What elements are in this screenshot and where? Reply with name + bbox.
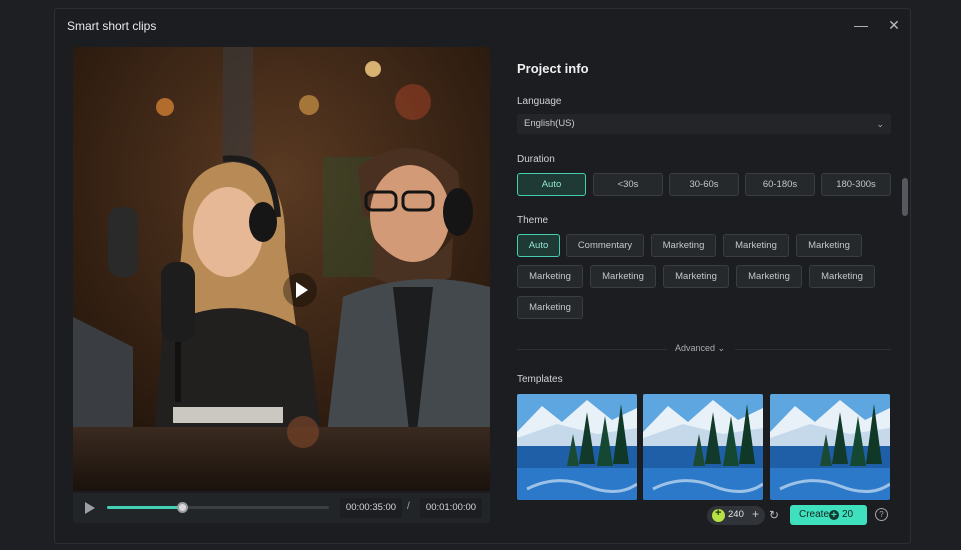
progress-knob[interactable] xyxy=(177,502,189,513)
theme-option[interactable]: Marketing xyxy=(736,265,802,288)
theme-option[interactable]: Auto xyxy=(517,234,560,257)
dialog-title: Smart short clips xyxy=(67,19,157,33)
theme-option[interactable]: Marketing xyxy=(663,265,729,288)
duration-option[interactable]: 30-60s xyxy=(669,173,739,196)
duration-option[interactable]: 60-180s xyxy=(745,173,815,196)
credits-count: 240 xyxy=(728,509,744,520)
create-button[interactable]: Create 20 xyxy=(790,505,867,526)
duration-label: Duration xyxy=(517,154,555,165)
help-icon[interactable]: ? xyxy=(875,508,888,521)
theme-option[interactable]: Marketing xyxy=(796,234,862,257)
chevron-down-icon: ⌄ xyxy=(876,119,884,129)
title-bar: Smart short clips — ✕ xyxy=(55,9,910,43)
progress-fill xyxy=(107,506,183,509)
close-icon[interactable]: ✕ xyxy=(884,15,904,35)
credit-coin-icon xyxy=(829,506,839,526)
total-time: 00:01:00:00 xyxy=(420,498,482,518)
duration-option[interactable]: Auto xyxy=(517,173,586,196)
minimize-icon[interactable]: — xyxy=(851,15,871,35)
theme-option[interactable]: Marketing xyxy=(809,265,875,288)
theme-label: Theme xyxy=(517,215,549,226)
time-separator: / xyxy=(407,501,410,512)
play-overlay-button[interactable] xyxy=(283,273,317,307)
chevron-down-icon: ⌄ xyxy=(717,343,726,353)
template-thumbnail[interactable] xyxy=(517,394,637,500)
play-icon[interactable] xyxy=(83,501,97,515)
duration-option[interactable]: <30s xyxy=(593,173,663,196)
project-info-panel: Project info Language English(US) ⌄ Dura… xyxy=(517,49,895,504)
advanced-toggle[interactable]: Advanced ⌄ xyxy=(675,343,725,354)
panel-scrollbar[interactable] xyxy=(902,178,908,216)
template-thumbnail[interactable] xyxy=(770,394,890,500)
theme-option[interactable]: Marketing xyxy=(517,296,583,319)
templates-label: Templates xyxy=(517,374,563,385)
video-frame-image xyxy=(73,47,490,491)
progress-track[interactable] xyxy=(107,502,329,513)
advanced-divider-right xyxy=(735,349,891,350)
add-credits-button[interactable]: + xyxy=(752,507,759,521)
player-controls: 00:00:35:00 / 00:01:00:00 xyxy=(73,493,490,523)
theme-option[interactable]: Marketing xyxy=(590,265,656,288)
language-value: English(US) xyxy=(524,118,575,129)
advanced-label: Advanced xyxy=(675,343,716,353)
credit-coin-icon xyxy=(712,507,725,522)
theme-option[interactable]: Marketing xyxy=(517,265,583,288)
refresh-icon[interactable]: ↻ xyxy=(769,508,779,522)
theme-option[interactable]: Marketing xyxy=(651,234,716,257)
language-select[interactable]: English(US) ⌄ xyxy=(517,114,891,134)
project-info-title: Project info xyxy=(517,61,589,76)
video-preview[interactable] xyxy=(73,47,490,491)
smart-clips-dialog: Smart short clips — ✕ 00:00:35:00 / 00:0… xyxy=(54,8,911,544)
current-time: 00:00:35:00 xyxy=(340,498,402,518)
advanced-divider-left xyxy=(517,349,667,350)
create-label: Create xyxy=(799,509,830,520)
template-thumbnail[interactable] xyxy=(643,394,763,500)
duration-option[interactable]: 180-300s xyxy=(821,173,891,196)
language-label: Language xyxy=(517,96,562,107)
credits-pill: 240 + xyxy=(707,506,765,525)
theme-option[interactable]: Commentary xyxy=(566,234,644,257)
create-cost: 20 xyxy=(842,509,854,520)
theme-option[interactable]: Marketing xyxy=(723,234,789,257)
